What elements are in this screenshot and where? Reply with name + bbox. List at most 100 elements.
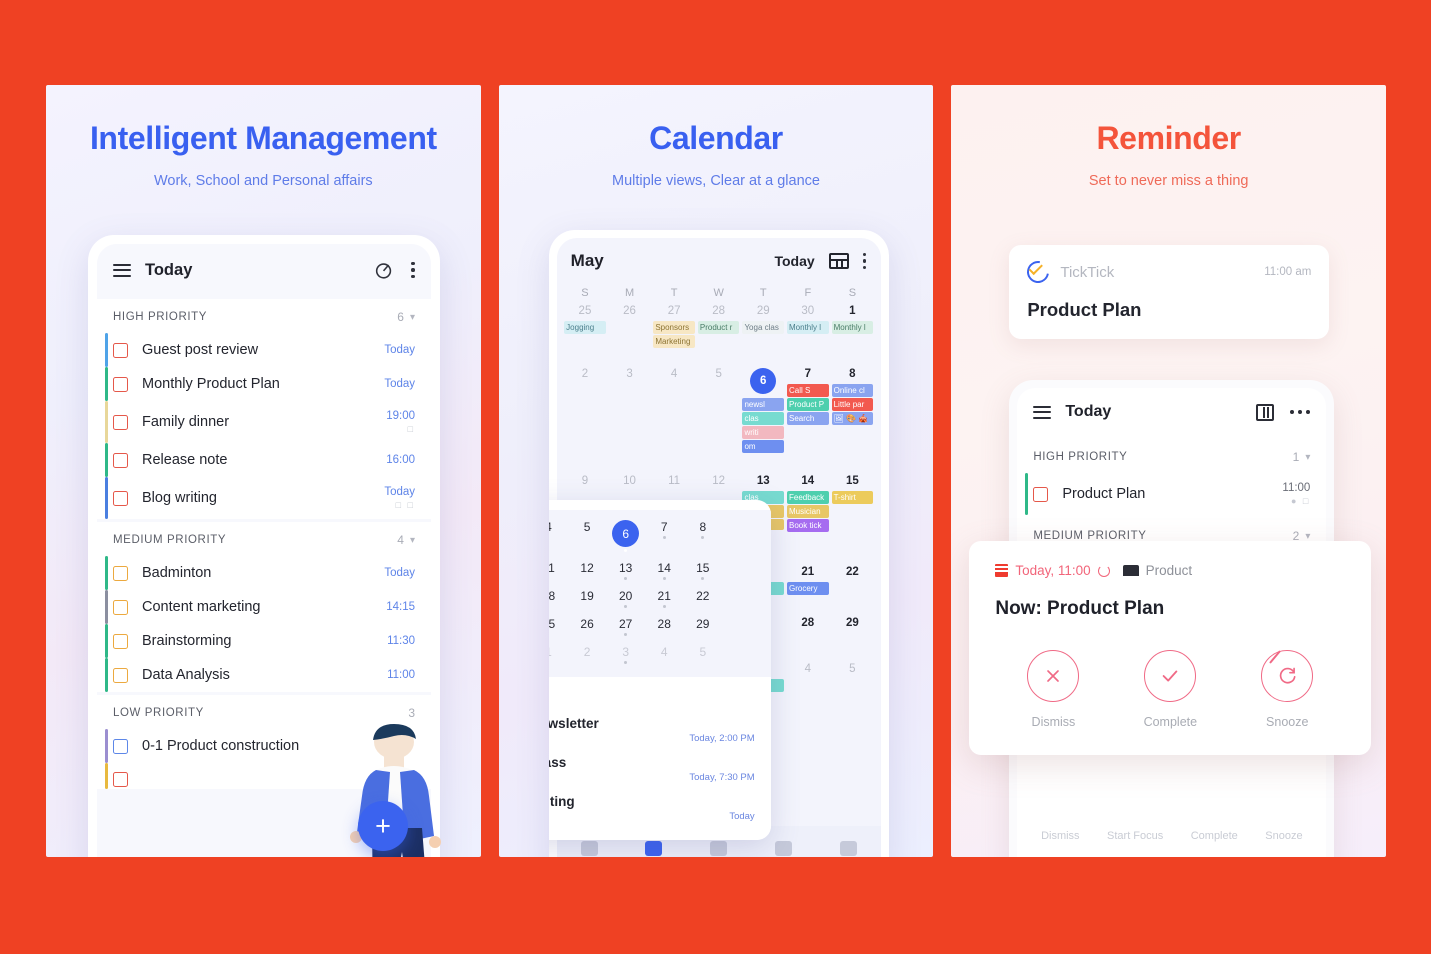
focus-timer-icon[interactable] — [373, 259, 395, 281]
nav-icon-search[interactable] — [774, 840, 792, 856]
calendar-day-cell[interactable]: 25 Jogging — [563, 302, 608, 349]
task-checkbox[interactable] — [1033, 486, 1049, 502]
chevron-down-icon[interactable]: ▾ — [1305, 531, 1310, 542]
calendar-event[interactable]: Monthly l — [787, 321, 829, 334]
task-row[interactable]: Data Analysis 11:00 — [97, 658, 431, 692]
task-checkbox[interactable] — [113, 667, 128, 683]
calendar-event[interactable]: Grocery — [787, 582, 829, 595]
calendar-day-cell[interactable]: 26 — [607, 302, 652, 349]
mini-day[interactable] — [722, 583, 761, 611]
mini-day[interactable]: 8 — [684, 514, 723, 555]
nav-icon-pomo[interactable] — [710, 840, 728, 856]
nav-icon-profile[interactable] — [839, 840, 857, 856]
hamburger-icon[interactable] — [1033, 402, 1052, 422]
mini-day[interactable]: 15 — [684, 555, 723, 583]
more-vertical-icon[interactable] — [862, 250, 867, 273]
calendar-event[interactable]: Feedback — [787, 491, 829, 504]
mini-day[interactable] — [722, 611, 761, 639]
calendar-day-cell[interactable]: 5 — [830, 660, 875, 693]
mini-day[interactable] — [722, 639, 761, 667]
calendar-event[interactable]: Call S — [787, 384, 829, 397]
calendar-event[interactable]: Monthly l — [831, 321, 874, 334]
mini-day[interactable]: 4 — [549, 514, 568, 555]
task-row[interactable]: Release note 16:00 — [97, 443, 431, 477]
split-view-icon[interactable] — [1256, 403, 1275, 421]
mini-day[interactable]: 25 — [549, 611, 568, 639]
group-header[interactable]: HIGH PRIORITY 1 ▾ — [1017, 439, 1327, 473]
calendar-event[interactable]: T-shirt — [831, 491, 874, 504]
mini-day[interactable]: 2 — [568, 639, 607, 667]
more-vertical-icon[interactable] — [411, 259, 415, 282]
calendar-day-cell[interactable]: 30 Monthly l — [786, 302, 831, 349]
calendar-day-cell[interactable]: 27 Sponsors Marketing — [652, 302, 697, 349]
mini-day[interactable]: 29 — [684, 611, 723, 639]
calendar-day-cell[interactable]: 28 Product r — [696, 302, 741, 349]
task-row[interactable]: Blog writing Today □ □ — [97, 477, 431, 519]
notification-card[interactable]: TickTick 11:00 am Product Plan — [1009, 245, 1330, 339]
dismiss-button[interactable]: Dismiss — [1027, 650, 1080, 729]
calendar-event[interactable]: Online cl — [831, 384, 874, 397]
calendar-event[interactable]: Yoga clas — [742, 321, 785, 334]
task-checkbox[interactable] — [113, 599, 128, 615]
calendar-event[interactable]: Book tick — [787, 519, 829, 532]
mini-day[interactable]: 18 — [549, 583, 568, 611]
mini-day[interactable]: 26 — [568, 611, 607, 639]
calendar-day-cell[interactable]: 2 — [563, 365, 608, 454]
mini-day[interactable]: 5 — [568, 514, 607, 555]
more-horizontal-icon[interactable] — [1290, 410, 1311, 414]
task-row[interactable]: Brainstorming 11:30 — [97, 624, 431, 658]
calendar-day-cell[interactable]: 28 — [786, 614, 831, 642]
calendar-day-cell[interactable]: 1 Monthly l — [830, 302, 875, 349]
mini-day[interactable]: 13 — [606, 555, 645, 583]
calendar-day-cell[interactable]: 14 Feedback Musician Book tick — [786, 472, 831, 545]
mini-day[interactable]: 12 — [568, 555, 607, 583]
task-checkbox[interactable] — [113, 565, 128, 581]
chevron-down-icon[interactable]: ▾ — [1305, 452, 1310, 463]
mini-day[interactable]: 7 — [645, 514, 684, 555]
mini-day[interactable]: 27 — [606, 611, 645, 639]
task-checkbox[interactable] — [113, 414, 128, 430]
task-checkbox[interactable] — [113, 342, 128, 358]
mini-day[interactable]: 22 — [684, 583, 723, 611]
mini-day[interactable]: 3 — [606, 639, 645, 667]
list-item[interactable]: Yoga class 🏃 Fitness Today, 7:30 PM — [549, 748, 755, 787]
calendar-event[interactable]: Little par — [831, 398, 874, 411]
calendar-event[interactable]: Search — [787, 412, 829, 425]
calendar-event[interactable]: Sponsors — [653, 321, 695, 334]
mini-day[interactable] — [722, 514, 761, 555]
today-button[interactable]: Today — [774, 253, 814, 269]
calendar-event[interactable]: Marketing — [653, 335, 695, 348]
month-label[interactable]: May — [571, 251, 604, 271]
task-row[interactable]: Monthly Product Plan Today — [97, 367, 431, 401]
group-header[interactable]: HIGH PRIORITY 6 ▾ — [97, 299, 431, 333]
complete-button[interactable]: Complete — [1144, 650, 1197, 729]
task-row[interactable]: Content marketing 14:15 — [97, 590, 431, 624]
task-checkbox[interactable] — [113, 772, 128, 787]
task-row[interactable]: Family dinner 19:00 □ — [97, 401, 431, 443]
mini-day[interactable]: 28 — [645, 611, 684, 639]
mini-day[interactable]: 21 — [645, 583, 684, 611]
mini-day[interactable]: 19 — [568, 583, 607, 611]
calendar-day-cell[interactable]: 7 Call S Product P Search — [786, 365, 831, 454]
calendar-day-cell-today[interactable]: 6 newsl clas writi om — [741, 365, 786, 454]
task-checkbox[interactable] — [113, 738, 128, 754]
calendar-day-cell[interactable]: 15 T-shirt — [830, 472, 875, 545]
calendar-event[interactable]: Product P — [787, 398, 829, 411]
mini-day[interactable]: 14 — [645, 555, 684, 583]
nav-icon-tasks[interactable] — [580, 840, 598, 856]
hamburger-icon[interactable] — [113, 260, 131, 280]
calendar-day-cell[interactable]: 4 — [652, 365, 697, 454]
calendar-day-cell[interactable]: 4 — [786, 660, 831, 693]
task-row[interactable]: Badminton Today — [97, 556, 431, 590]
chevron-down-icon[interactable]: ▾ — [410, 312, 415, 323]
calendar-event[interactable]: Product r — [697, 321, 740, 334]
mini-day-selected[interactable]: 6 — [606, 514, 645, 555]
mini-day[interactable] — [722, 555, 761, 583]
calendar-event[interactable]: Musician — [787, 505, 829, 518]
list-item[interactable]: Draft newsletter Inbox Today, 2:00 PM — [549, 709, 755, 748]
calendar-event[interactable]: Jogging — [564, 321, 606, 334]
calendar-event[interactable]: writi — [742, 426, 785, 439]
group-header[interactable]: MEDIUM PRIORITY 4 ▾ — [97, 522, 431, 556]
list-item[interactable]: Blog writing Inbox Today — [549, 787, 755, 826]
grid-view-icon[interactable] — [828, 253, 849, 269]
